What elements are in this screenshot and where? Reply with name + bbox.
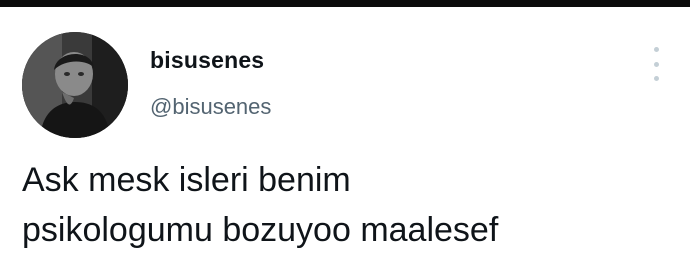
dot xyxy=(653,47,659,52)
tweet-text-line: Ask mesk isleri benim xyxy=(22,161,351,199)
author-display-name[interactable]: bisusenes xyxy=(150,47,264,74)
dot xyxy=(653,76,659,81)
avatar[interactable] xyxy=(22,32,128,138)
tweet-text-line: psikologumu bozuyoo maalesef xyxy=(22,211,499,249)
profile-photo-icon xyxy=(22,32,128,138)
dot xyxy=(653,61,659,67)
top-bar xyxy=(0,0,690,7)
author-handle[interactable]: @bisusenes xyxy=(150,94,271,120)
tweet-text: Ask mesk isleri benim psikologumu bozuyo… xyxy=(22,155,662,253)
tweet-card: bisusenes @bisusenes Ask mesk isleri ben… xyxy=(0,7,690,253)
more-options-icon[interactable] xyxy=(646,47,666,81)
